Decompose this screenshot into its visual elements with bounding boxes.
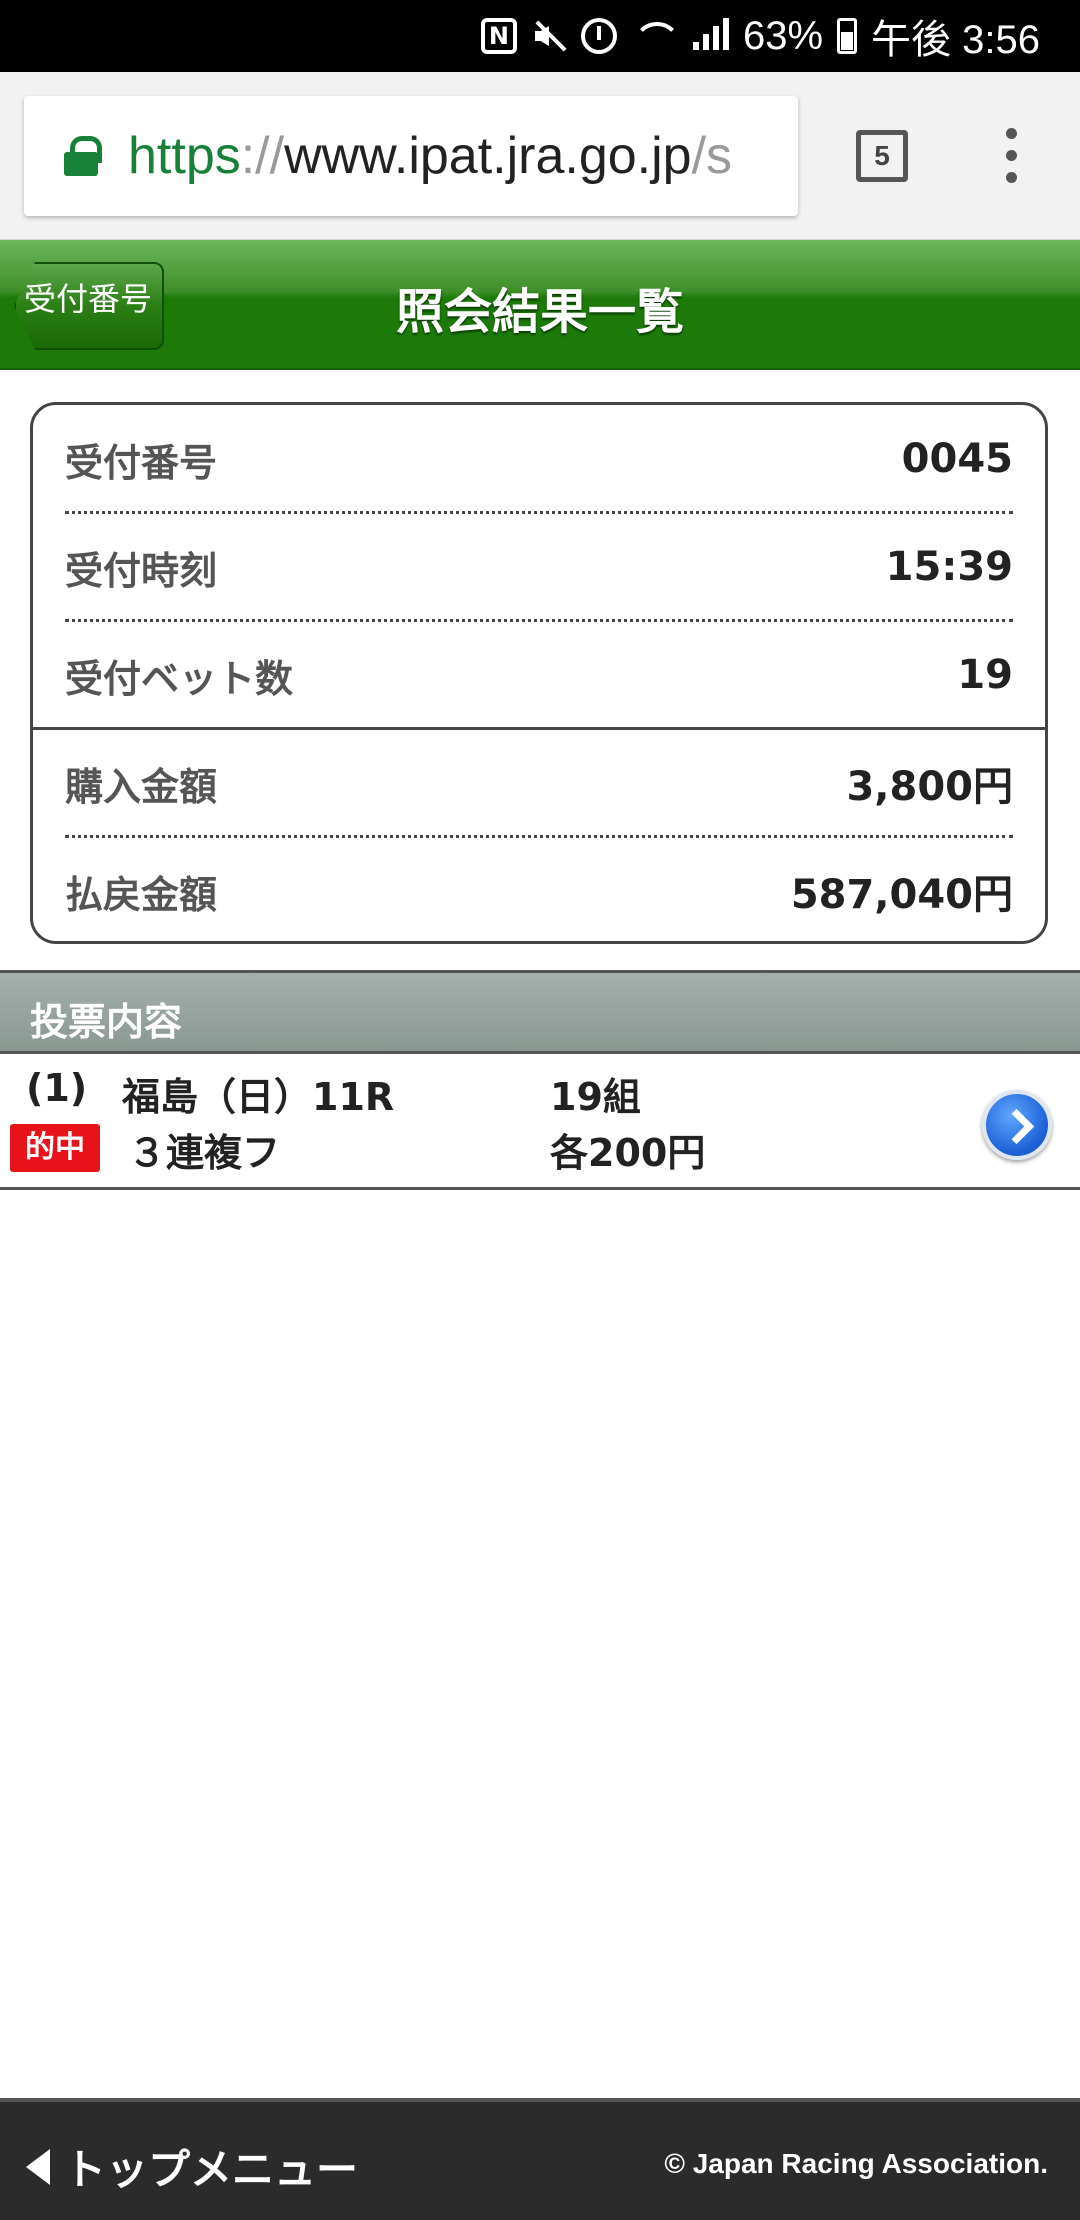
summary-label: 受付ベット数 <box>65 656 294 701</box>
ticket-bet-type: ３連複フ <box>128 1131 281 1175</box>
ticket-amount: 各200円 <box>550 1131 706 1175</box>
footer: トップメニュー © Japan Racing Association. <box>0 2098 1080 2220</box>
status-icons: N 63% 午後 3:56 <box>480 0 1040 72</box>
alarm-icon <box>580 18 617 54</box>
summary-value: 19 <box>957 652 1013 698</box>
summary-label: 購入金額 <box>65 764 218 809</box>
summary-label: 受付時刻 <box>65 548 218 593</box>
tab-switcher-button[interactable]: 5 <box>856 130 908 182</box>
mute-icon <box>531 18 567 54</box>
summary-card: 受付番号 0045 受付時刻 15:39 受付ベット数 19 購入金額 3,80… <box>30 402 1048 944</box>
battery-icon <box>837 18 858 54</box>
url-bar[interactable]: https://www.ipat.jra.go.jp/s <box>24 96 798 216</box>
nfc-icon: N <box>480 18 517 54</box>
lock-icon <box>64 136 102 176</box>
summary-value: 3,800円 <box>846 764 1013 810</box>
summary-row-purchase-amount: 購入金額 3,800円 <box>65 729 1013 837</box>
summary-value: 15:39 <box>885 544 1013 590</box>
ticket-combos: 19組 <box>550 1075 641 1119</box>
url-protocol: https <box>128 127 241 185</box>
section-header: 投票内容 <box>0 970 1080 1054</box>
status-bar: N 63% 午後 3:56 <box>0 0 1080 72</box>
summary-row-receipt-time: 受付時刻 15:39 <box>65 513 1013 621</box>
ticket-row[interactable]: (1) 福島（日）11R 19組 的中 ３連複フ 各200円 <box>0 1054 1080 1190</box>
ticket-race: 福島（日）11R <box>122 1075 395 1119</box>
page-header: 受付番号 照会結果一覧 <box>0 240 1080 370</box>
hit-badge: 的中 <box>10 1124 100 1172</box>
signal-icon <box>689 18 729 54</box>
clock: 午後 3:56 <box>871 18 1040 62</box>
summary-label: 払戻金額 <box>65 872 218 917</box>
left-arrow-icon <box>26 2148 50 2185</box>
url-path: /s <box>691 127 733 185</box>
ticket-index: (1) <box>26 1066 88 1110</box>
url-separator: :// <box>240 127 285 185</box>
summary-value: 587,040円 <box>790 872 1013 918</box>
browser-toolbar: https://www.ipat.jra.go.jp/s 5 <box>0 72 1080 240</box>
top-menu-label: トップメニュー <box>64 2145 359 2194</box>
summary-label: 受付番号 <box>65 440 218 485</box>
summary-value: 0045 <box>901 436 1013 482</box>
summary-row-bet-count: 受付ベット数 19 <box>65 621 1013 729</box>
summary-row-payout-amount: 払戻金額 587,040円 <box>65 837 1013 941</box>
summary-row-receipt-number: 受付番号 0045 <box>65 405 1013 513</box>
wifi-icon <box>631 18 675 54</box>
url-host: www.ipat.jra.go.jp <box>284 127 692 185</box>
chevron-right-icon[interactable] <box>982 1090 1052 1160</box>
page-title: 照会結果一覧 <box>395 284 684 340</box>
copyright: © Japan Racing Association. <box>664 2148 1048 2179</box>
top-menu-link[interactable]: トップメニュー <box>26 2136 358 2197</box>
battery-percent: 63% <box>742 13 824 58</box>
overflow-menu-icon[interactable] <box>996 128 1026 184</box>
url-text[interactable]: https://www.ipat.jra.go.jp/s <box>128 126 732 186</box>
